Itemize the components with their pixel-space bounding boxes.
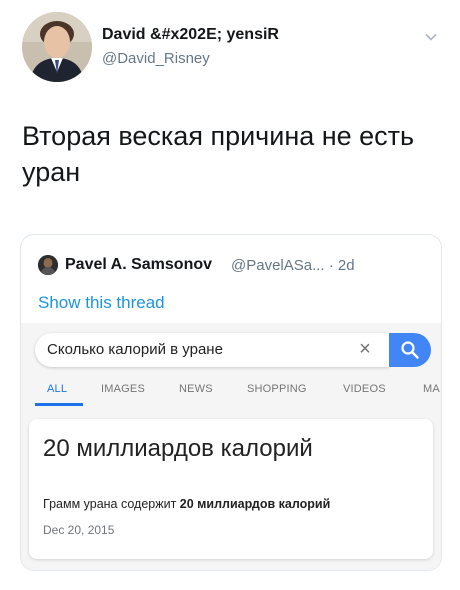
- search-tabs: ALL IMAGES NEWS SHOPPING VIDEOS MA: [21, 373, 441, 407]
- quoted-author-meta: @PavelASa... · 2d: [231, 257, 355, 274]
- result-title: 20 миллиардов калорий: [43, 435, 313, 462]
- search-button[interactable]: [389, 333, 431, 367]
- search-icon: [401, 341, 419, 359]
- search-query-text[interactable]: Сколько калорий в уране: [47, 341, 223, 358]
- result-snippet: Грамм урана содержит 20 миллиардов калор…: [43, 497, 330, 511]
- search-result-card: 20 миллиардов калорий Грамм урана содерж…: [29, 419, 433, 559]
- result-snippet-prefix: Грамм урана содержит: [43, 497, 180, 511]
- search-bar[interactable]: Сколько калорий в уране ×: [35, 333, 389, 367]
- avatar[interactable]: [22, 12, 92, 82]
- tweet-header: David &#x202E; yensiR @David_Risney: [22, 12, 442, 88]
- tab-videos[interactable]: VIDEOS: [343, 383, 386, 395]
- tab-images[interactable]: IMAGES: [101, 383, 145, 395]
- result-date: Dec 20, 2015: [43, 523, 115, 537]
- google-search-screenshot: Сколько калорий в уране × ALL IMAGES NEW…: [21, 323, 441, 570]
- author-display-name[interactable]: David &#x202E; yensiR: [102, 26, 279, 44]
- quoted-avatar-photo: [38, 255, 58, 275]
- avatar-photo: [22, 12, 92, 82]
- quoted-author-avatar: [38, 255, 58, 275]
- author-handle[interactable]: @David_Risney: [102, 50, 210, 67]
- close-icon[interactable]: ×: [355, 339, 375, 359]
- show-thread-link[interactable]: Show this thread: [38, 293, 165, 313]
- quoted-author-name[interactable]: Pavel A. Samsonov: [65, 256, 212, 274]
- active-tab-indicator: [35, 403, 83, 406]
- tab-maps[interactable]: MA: [423, 383, 440, 395]
- tab-all[interactable]: ALL: [47, 383, 67, 395]
- tab-shopping[interactable]: SHOPPING: [247, 383, 307, 395]
- chevron-down-icon[interactable]: [424, 30, 438, 44]
- result-snippet-bold: 20 миллиардов калорий: [179, 497, 331, 511]
- tab-news[interactable]: NEWS: [179, 383, 213, 395]
- quoted-tweet-card[interactable]: Pavel A. Samsonov @PavelASa... · 2d Show…: [20, 234, 442, 571]
- tweet-text: Вторая веская причина не есть уран: [22, 121, 415, 187]
